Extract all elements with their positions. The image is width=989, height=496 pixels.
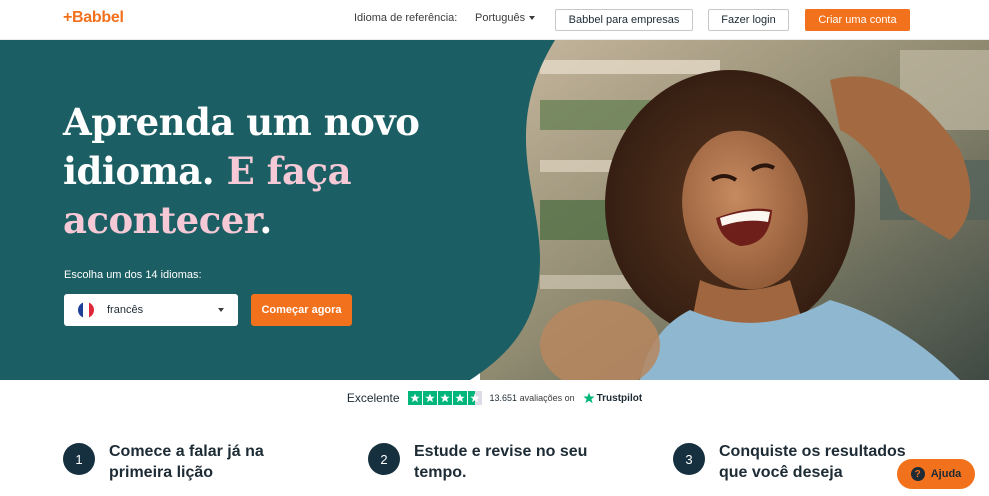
star-icon bbox=[452, 391, 467, 405]
hero-headline: Aprenda um novo idioma. E faça acontecer… bbox=[63, 98, 483, 245]
step-text: Comece a falar já na primeira lição bbox=[109, 443, 264, 481]
question-icon: ? bbox=[910, 467, 925, 481]
reference-language-value: Português bbox=[475, 12, 526, 24]
help-button[interactable]: ? Ajuda bbox=[897, 459, 975, 489]
choose-language-label: Escolha um dos 14 idiomas: bbox=[64, 269, 202, 281]
step-1: 1 Comece a falar já na primeira lição bbox=[63, 441, 299, 483]
france-flag-icon bbox=[78, 302, 94, 318]
half-star-icon bbox=[467, 391, 482, 405]
reference-language-select[interactable]: Português bbox=[475, 12, 536, 24]
top-navigation: +Babbel Idioma de referência: Português … bbox=[0, 0, 989, 40]
review-count-suffix: avaliações on bbox=[519, 393, 575, 403]
star-icon bbox=[437, 391, 452, 405]
review-count: 13.651 avaliações on bbox=[490, 393, 575, 403]
step-text: Estude e revise no seu tempo. bbox=[414, 443, 588, 481]
reference-language-label: Idioma de referência: bbox=[354, 12, 458, 24]
star-icon bbox=[422, 391, 437, 405]
headline-line-3a: acontecer bbox=[63, 198, 260, 242]
rating-word: Excelente bbox=[346, 391, 400, 405]
trustpilot-brand: Trustpilot bbox=[596, 392, 643, 404]
headline-line-2b: E faça bbox=[226, 149, 352, 193]
start-now-button[interactable]: Começar agora bbox=[251, 294, 352, 326]
review-count-number: 13.651 bbox=[489, 393, 518, 403]
step-2: 2 Estude e revise no seu tempo. bbox=[368, 441, 604, 483]
step-number: 2 bbox=[368, 443, 400, 475]
step-number: 3 bbox=[673, 443, 705, 475]
help-label: Ajuda bbox=[930, 468, 962, 480]
language-dropdown[interactable]: francês bbox=[64, 294, 238, 326]
trustpilot-star-icon bbox=[582, 392, 595, 404]
selected-language: francês bbox=[107, 304, 144, 316]
caret-down-icon bbox=[218, 308, 224, 312]
headline-line-2a: idioma. bbox=[63, 149, 215, 193]
rating-stars bbox=[407, 391, 482, 405]
signup-button[interactable]: Criar uma conta bbox=[805, 9, 910, 31]
headline-line-3b: . bbox=[259, 198, 272, 242]
caret-down-icon bbox=[529, 16, 536, 20]
trustpilot-logo: Trustpilot bbox=[582, 392, 643, 404]
trustpilot-bar[interactable]: Excelente 13.651 avaliações on Trustpilo… bbox=[0, 380, 989, 416]
headline-line-1: Aprenda um novo bbox=[63, 100, 420, 144]
step-number: 1 bbox=[63, 443, 95, 475]
step-text: Conquiste os resultados que você deseja bbox=[719, 443, 906, 481]
babbel-logo[interactable]: +Babbel bbox=[63, 9, 124, 27]
business-button[interactable]: Babbel para empresas bbox=[555, 9, 693, 31]
step-3: 3 Conquiste os resultados que você desej… bbox=[673, 441, 909, 483]
hero-section: Aprenda um novo idioma. E faça acontecer… bbox=[0, 40, 989, 380]
login-button[interactable]: Fazer login bbox=[708, 9, 789, 31]
star-icon bbox=[407, 391, 422, 405]
